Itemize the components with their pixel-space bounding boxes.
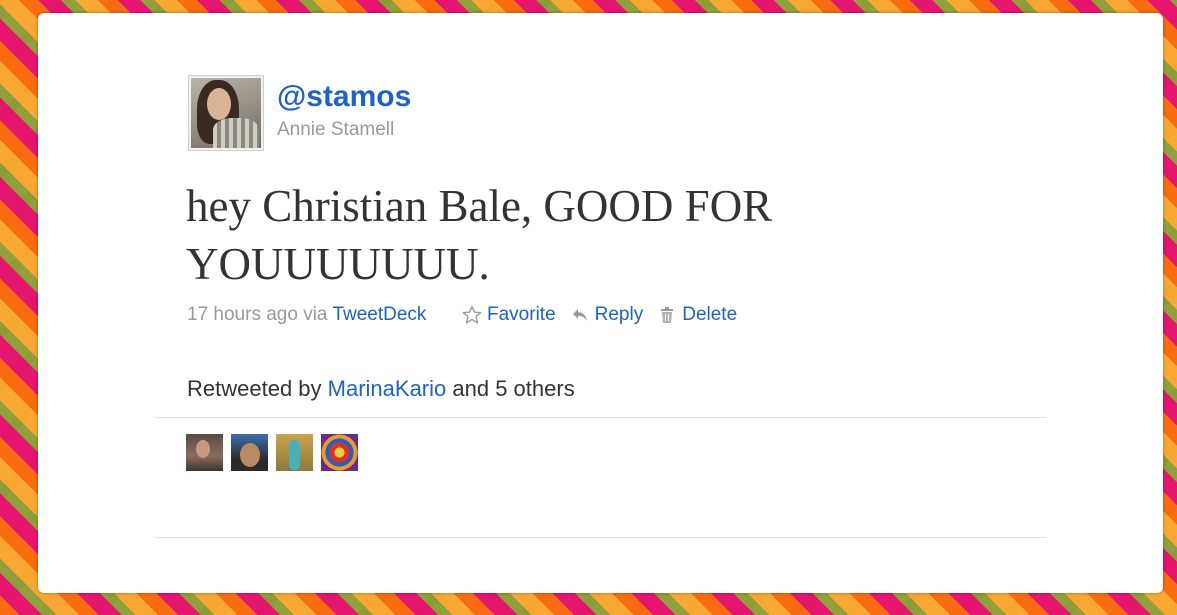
delete-button[interactable]: Delete — [657, 303, 737, 327]
trash-icon — [657, 305, 677, 325]
tweet-actions: Favorite Reply Delete — [462, 303, 751, 327]
author-avatar[interactable] — [188, 75, 264, 151]
tweet-meta: 17 hours ago via TweetDeck — [187, 303, 426, 327]
author-avatar-image — [191, 78, 261, 148]
author-full-name: Annie Stamell — [277, 119, 395, 140]
source-link[interactable]: TweetDeck — [332, 304, 426, 325]
retweeted-suffix[interactable]: and 5 others — [452, 376, 574, 401]
divider — [155, 417, 1046, 418]
retweeter-avatar[interactable] — [276, 434, 313, 471]
via-label: via — [303, 304, 328, 325]
retweeted-prefix: Retweeted by — [187, 376, 322, 401]
reply-label: Reply — [594, 304, 644, 325]
retweeted-by-line: Retweeted by MarinaKario and 5 others — [187, 375, 575, 403]
retweeter-avatar[interactable] — [231, 434, 268, 471]
favorite-button[interactable]: Favorite — [462, 303, 556, 327]
favorite-label: Favorite — [487, 304, 556, 325]
retweeter-avatar[interactable] — [186, 434, 223, 471]
star-icon — [462, 305, 482, 325]
tweet-text: hey Christian Bale, GOOD FOR YOUUUUUUU. — [186, 181, 773, 289]
tweet-card: @stamos Annie Stamell hey Christian Bale… — [38, 13, 1163, 593]
reply-button[interactable]: Reply — [570, 303, 644, 327]
divider — [155, 537, 1046, 538]
tweet-timestamp[interactable]: 17 hours ago — [187, 304, 298, 325]
author-screen-name-link[interactable]: @stamos — [277, 79, 411, 115]
retweeter-avatars — [186, 434, 358, 471]
reply-icon — [570, 305, 590, 325]
retweeter-link[interactable]: MarinaKario — [328, 376, 447, 401]
delete-label: Delete — [682, 304, 738, 325]
retweeter-avatar[interactable] — [321, 434, 358, 471]
